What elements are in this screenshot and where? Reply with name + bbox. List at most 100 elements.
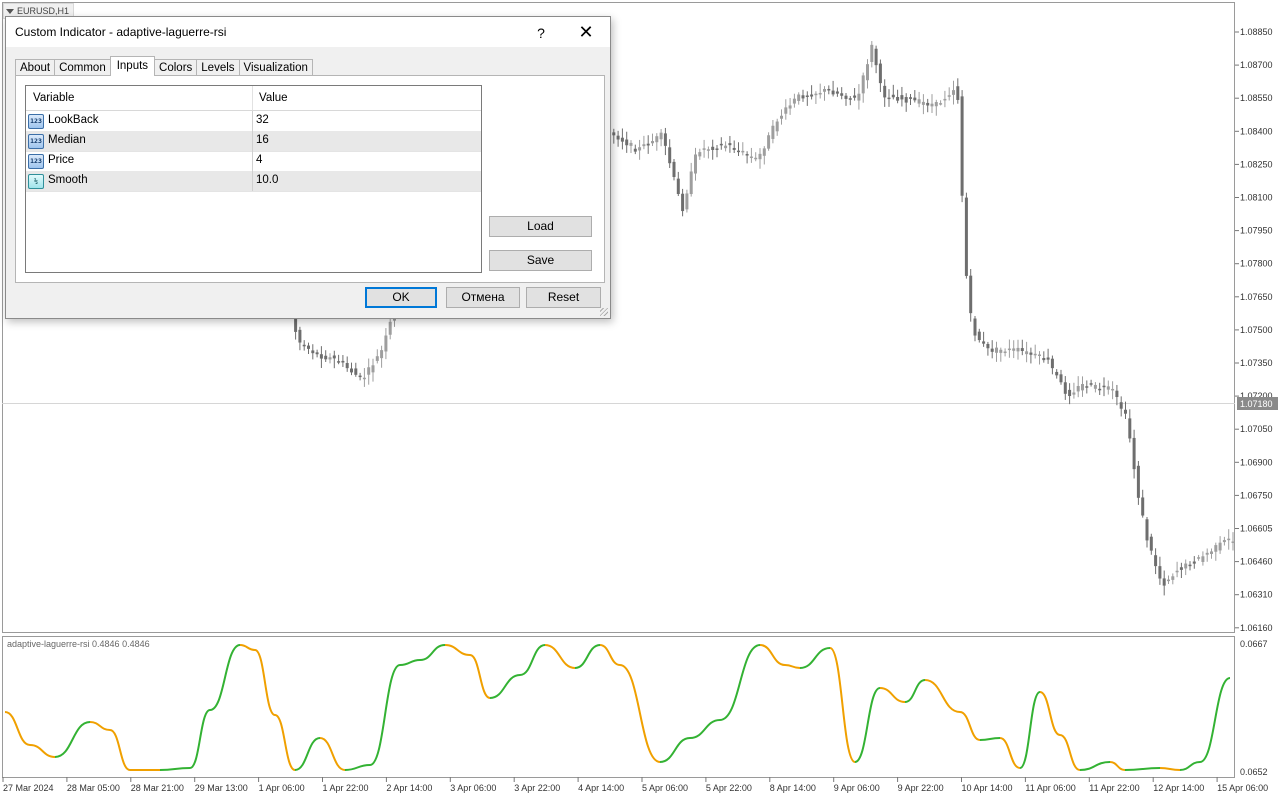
row-value[interactable]: 32 [256, 114, 269, 126]
candle-body [805, 95, 809, 98]
dropdown-triangle-icon[interactable] [6, 8, 14, 14]
tab-visualization[interactable]: Visualization [238, 59, 313, 76]
candle-body [375, 356, 379, 361]
rsi-line-segment [29, 744, 56, 758]
candle-body [866, 64, 869, 81]
candle-body [921, 101, 925, 105]
candle-body [1171, 576, 1175, 580]
row-value[interactable]: 16 [256, 134, 269, 146]
load-button[interactable]: Load [489, 216, 592, 237]
price-label: 1.07350 [1240, 358, 1273, 368]
date-label: 11 Apr 06:00 [1025, 783, 1075, 793]
dialog-titlebar[interactable]: Custom Indicator - adaptive-laguerre-rsi… [6, 17, 610, 47]
candle-body [625, 139, 629, 146]
column-divider[interactable] [252, 86, 253, 110]
candle-body [926, 102, 930, 106]
candle-body [1003, 351, 1007, 354]
candle-body [741, 150, 745, 153]
price-label: 1.06900 [1240, 457, 1273, 467]
candle-body [964, 197, 968, 276]
table-row[interactable]: 123 Price 4 [26, 151, 481, 172]
candle-body [788, 105, 792, 109]
candle-body [792, 98, 796, 104]
indicator-scale-bottom: 0.0652 [1240, 767, 1268, 777]
date-label: 8 Apr 14:00 [770, 783, 816, 793]
table-row[interactable]: ½ Smooth 10.0 [26, 171, 481, 192]
tab-colors[interactable]: Colors [154, 59, 198, 76]
candle-body [1231, 541, 1235, 543]
candle-body [960, 96, 964, 196]
candle-body [969, 275, 973, 314]
price-label: 1.08100 [1240, 193, 1273, 203]
candle-body [831, 90, 835, 95]
date-label: 12 Apr 14:00 [1153, 783, 1204, 793]
column-header-value[interactable]: Value [259, 92, 288, 104]
tab-common[interactable]: Common [54, 59, 111, 76]
candle-body [371, 365, 375, 373]
candle-body [1149, 536, 1153, 551]
row-value[interactable]: 10.0 [256, 174, 278, 186]
candle-body [986, 343, 990, 349]
row-value[interactable]: 4 [256, 154, 262, 166]
price-label: 1.07050 [1240, 424, 1273, 434]
tab-about[interactable]: About [15, 59, 56, 76]
price-label: 1.06460 [1240, 557, 1273, 567]
candle-body [1184, 563, 1188, 569]
tab-inputs[interactable]: Inputs [109, 56, 156, 76]
candle-body [878, 63, 882, 84]
rsi-line-segment [759, 644, 786, 666]
rsi-line-segment [419, 644, 446, 661]
candle-body [719, 143, 723, 146]
candle-body [302, 344, 306, 347]
rsi-line-segment [719, 644, 761, 721]
candle-body [711, 146, 715, 150]
candle-body [913, 97, 917, 101]
cancel-button[interactable]: Отмена [446, 287, 520, 308]
candle-body [780, 115, 783, 119]
candle-body [1227, 538, 1231, 541]
inputs-panel: Variable Value 123 LookBack 32 123 Media… [15, 75, 605, 283]
candle-body [883, 85, 887, 98]
close-icon[interactable]: ✕ [566, 21, 606, 45]
candle-body [1162, 578, 1166, 586]
candle-body [1012, 348, 1016, 351]
column-header-variable[interactable]: Variable [33, 92, 74, 104]
row-variable: Smooth [48, 174, 88, 186]
rsi-line-segment [1079, 761, 1111, 771]
price-label: 1.06750 [1240, 490, 1273, 500]
rsi-line-segment [1039, 691, 1061, 736]
rsi-line-segment [369, 664, 401, 766]
date-label: 15 Apr 06:00 [1217, 783, 1268, 793]
candle-body [934, 102, 938, 107]
candle-body [1038, 354, 1041, 356]
candle-body [823, 88, 826, 92]
date-label: 29 Mar 13:00 [195, 783, 248, 793]
candle-body [319, 354, 323, 359]
candle-body [904, 97, 908, 103]
candle-body [698, 152, 702, 157]
rsi-line-segment [1019, 691, 1041, 769]
reset-button[interactable]: Reset [526, 287, 601, 308]
candle-body [694, 154, 697, 174]
rsi-line-segment [904, 679, 926, 703]
table-row[interactable]: 123 Median 16 [26, 131, 481, 152]
rsi-line-segment [469, 654, 491, 699]
candle-body [973, 318, 977, 336]
price-label: 1.06310 [1240, 590, 1273, 600]
rsi-line-segment [854, 687, 881, 763]
price-label: 1.07950 [1240, 226, 1273, 236]
resize-grip-icon[interactable] [600, 308, 608, 316]
candle-body [681, 193, 685, 212]
help-icon[interactable]: ? [524, 22, 558, 44]
candle-body [324, 355, 328, 360]
rsi-line-segment [619, 664, 661, 763]
candle-body [367, 367, 371, 375]
rsi-line-segment [254, 649, 276, 716]
candle-body [1136, 465, 1140, 498]
ok-button[interactable]: OK [365, 287, 437, 308]
candle-body [982, 341, 986, 344]
save-button[interactable]: Save [489, 250, 592, 271]
tab-levels[interactable]: Levels [196, 59, 240, 76]
table-row[interactable]: 123 LookBack 32 [26, 111, 481, 132]
candle-body [388, 321, 392, 335]
